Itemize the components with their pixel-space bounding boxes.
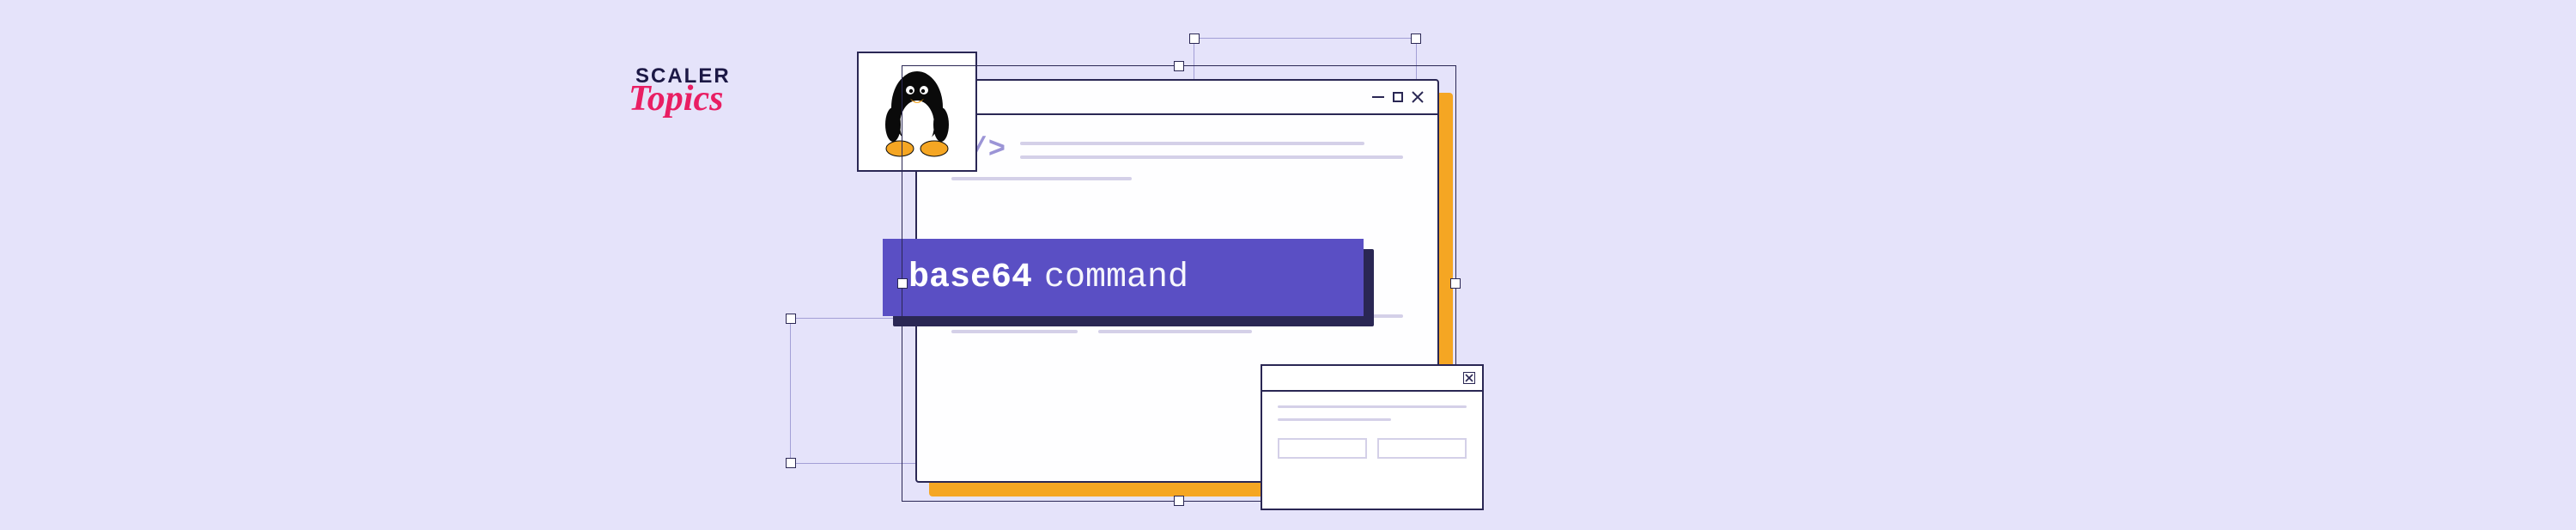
resize-handle-icon <box>786 458 796 468</box>
illustration-stage: </> base64 command <box>781 0 1795 530</box>
resize-handle-icon[interactable] <box>1174 496 1184 506</box>
dialog-titlebar <box>1262 366 1482 392</box>
dialog-button[interactable] <box>1377 438 1467 459</box>
dialog-button[interactable] <box>1278 438 1367 459</box>
resize-handle-icon <box>1189 34 1200 44</box>
dialog-window <box>1261 364 1484 510</box>
logo-line-topics: Topics <box>629 78 731 119</box>
text-line <box>1278 418 1391 421</box>
resize-handle-icon[interactable] <box>1450 278 1461 289</box>
resize-handle-icon[interactable] <box>897 278 908 289</box>
resize-handle-icon[interactable] <box>1174 61 1184 71</box>
text-line <box>1278 405 1467 408</box>
resize-handle-icon <box>1411 34 1421 44</box>
close-icon[interactable] <box>1463 372 1475 384</box>
scaler-topics-logo: SCALER Topics <box>635 64 731 119</box>
dialog-body <box>1262 392 1482 471</box>
resize-handle-icon <box>786 314 796 324</box>
